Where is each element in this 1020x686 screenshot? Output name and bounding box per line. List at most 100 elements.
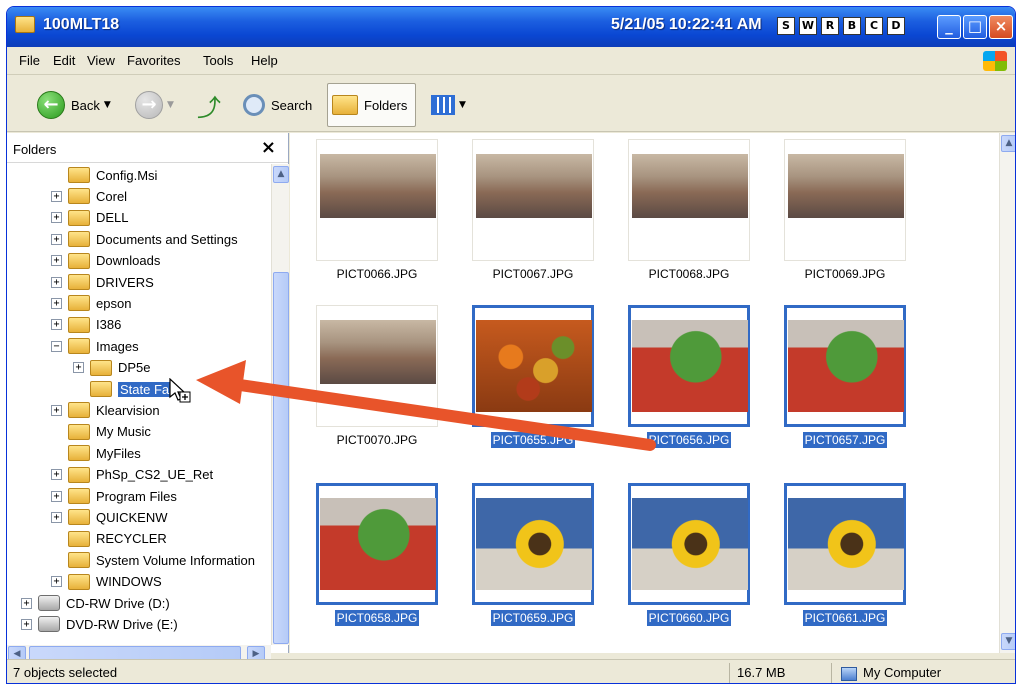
thumbnail-caption[interactable]: PICT0070.JPG: [302, 433, 452, 447]
minimize-button[interactable]: _: [937, 15, 961, 39]
folder-tree-vertical-scrollbar[interactable]: ▲: [271, 164, 289, 645]
thumbnail[interactable]: [628, 305, 750, 427]
expand-icon[interactable]: +: [51, 255, 62, 267]
expand-icon[interactable]: +: [73, 362, 84, 374]
folder-icon: [68, 445, 90, 462]
expand-icon[interactable]: +: [51, 576, 62, 588]
expand-icon[interactable]: +: [21, 597, 32, 609]
expand-icon[interactable]: +: [51, 490, 62, 502]
expand-icon[interactable]: +: [51, 276, 62, 288]
tree-item[interactable]: RECYCLER: [51, 529, 167, 549]
expand-icon[interactable]: +: [51, 212, 62, 224]
thumbnail-caption[interactable]: PICT0067.JPG: [458, 267, 608, 281]
file-view-scrollbar[interactable]: ▲ ▼: [999, 133, 1015, 653]
thumbnail-caption[interactable]: PICT0069.JPG: [770, 267, 920, 281]
thumbnail[interactable]: [316, 139, 438, 261]
thumbnail-caption[interactable]: PICT0655.JPG: [458, 432, 608, 448]
tree-item[interactable]: + I386: [51, 315, 121, 335]
expand-icon[interactable]: +: [51, 404, 62, 416]
shortcut-button-r[interactable]: R: [821, 17, 839, 35]
tree-item-label: DVD-RW Drive (E:): [66, 616, 178, 632]
tree-item[interactable]: + Corel: [51, 186, 127, 206]
thumbnail[interactable]: [628, 483, 750, 605]
shortcut-button-d[interactable]: D: [887, 17, 905, 35]
tree-item[interactable]: + DRIVERS: [51, 272, 154, 292]
menu-file[interactable]: File: [19, 53, 40, 68]
menu-tools[interactable]: Tools: [203, 53, 233, 68]
folders-button[interactable]: Folders: [327, 83, 417, 127]
thumbnail-caption[interactable]: PICT0658.JPG: [302, 610, 452, 626]
thumbnail[interactable]: [472, 483, 594, 605]
expand-icon[interactable]: +: [21, 618, 32, 630]
forward-dropdown-icon[interactable]: ▼: [167, 100, 174, 110]
thumbnail-filename: PICT0660.JPG: [646, 610, 732, 626]
tree-item[interactable]: State Fa: [73, 379, 172, 399]
thumbnail[interactable]: [316, 305, 438, 427]
tree-item[interactable]: + QUICKENW: [51, 507, 168, 527]
expand-icon[interactable]: +: [51, 297, 62, 309]
thumbnail[interactable]: [472, 305, 594, 427]
tree-item[interactable]: My Music: [51, 422, 151, 442]
tree-item[interactable]: + Downloads: [51, 251, 160, 271]
tree-item[interactable]: + CD-RW Drive (D:): [21, 593, 170, 613]
folders-panel-close-icon[interactable]: ×: [261, 137, 276, 158]
tree-item-label: DRIVERS: [96, 274, 154, 290]
back-button[interactable]: ← Back ▼: [37, 88, 111, 122]
tree-item[interactable]: + epson: [51, 293, 131, 313]
views-dropdown-icon[interactable]: ▼: [459, 100, 466, 110]
thumbnail[interactable]: [784, 139, 906, 261]
thumbnail[interactable]: [316, 483, 438, 605]
thumbnail-caption[interactable]: PICT0656.JPG: [614, 432, 764, 448]
thumbnail[interactable]: [784, 483, 906, 605]
menu-help[interactable]: Help: [251, 53, 278, 68]
thumbnail[interactable]: [628, 139, 750, 261]
up-button[interactable]: ⤴: [197, 88, 221, 122]
title-bar[interactable]: 100MLT18 5/21/05 10:22:41 AM S W R B C D…: [7, 7, 1015, 47]
scroll-up-arrow-icon[interactable]: ▲: [1001, 135, 1015, 152]
tree-item[interactable]: + PhSp_CS2_UE_Ret: [51, 465, 213, 485]
thumbnail-caption[interactable]: PICT0660.JPG: [614, 610, 764, 626]
maximize-button[interactable]: □: [963, 15, 987, 39]
views-button[interactable]: ▼: [431, 88, 466, 122]
shortcut-button-s[interactable]: S: [777, 17, 795, 35]
expand-icon[interactable]: +: [51, 190, 62, 202]
back-dropdown-icon[interactable]: ▼: [104, 100, 111, 110]
expand-icon[interactable]: +: [51, 319, 62, 331]
tree-item[interactable]: + DELL: [51, 208, 129, 228]
tree-item[interactable]: MyFiles: [51, 443, 141, 463]
tree-item[interactable]: System Volume Information: [51, 550, 255, 570]
tree-item[interactable]: + Documents and Settings: [51, 229, 238, 249]
tree-item[interactable]: + WINDOWS: [51, 572, 162, 592]
shortcut-button-b[interactable]: B: [843, 17, 861, 35]
forward-button[interactable]: → ▼: [135, 88, 174, 122]
menu-favorites[interactable]: Favorites: [127, 53, 180, 68]
tree-item[interactable]: + DP5e: [73, 358, 151, 378]
menu-edit[interactable]: Edit: [53, 53, 75, 68]
expand-icon[interactable]: +: [51, 233, 62, 245]
tree-item[interactable]: + Program Files: [51, 486, 177, 506]
menu-view[interactable]: View: [87, 53, 115, 68]
thumbnail-caption[interactable]: PICT0657.JPG: [770, 432, 920, 448]
expand-icon[interactable]: +: [51, 469, 62, 481]
tree-item[interactable]: + DVD-RW Drive (E:): [21, 614, 178, 634]
thumbnail[interactable]: [784, 305, 906, 427]
thumbnail-caption[interactable]: PICT0068.JPG: [614, 267, 764, 281]
scroll-up-arrow-icon[interactable]: ▲: [273, 166, 289, 183]
tree-item[interactable]: − Images: [51, 336, 139, 356]
search-button[interactable]: Search: [243, 88, 312, 122]
tree-item[interactable]: + Klearvision: [51, 400, 160, 420]
shortcut-button-w[interactable]: W: [799, 17, 817, 35]
tree-item[interactable]: Config.Msi: [51, 165, 157, 185]
collapse-icon[interactable]: −: [51, 340, 62, 352]
thumbnail-caption[interactable]: PICT0659.JPG: [458, 610, 608, 626]
thumbnail-caption[interactable]: PICT0066.JPG: [302, 267, 452, 281]
expand-icon[interactable]: +: [51, 511, 62, 523]
scroll-down-arrow-icon[interactable]: ▼: [1001, 633, 1015, 650]
thumbnail-caption[interactable]: PICT0661.JPG: [770, 610, 920, 626]
views-icon: [431, 95, 455, 115]
thumbnail[interactable]: [472, 139, 594, 261]
thumbnail-image: [320, 154, 436, 218]
close-button[interactable]: ×: [989, 15, 1013, 39]
folder-tree-scroll-thumb[interactable]: [273, 272, 289, 644]
shortcut-button-c[interactable]: C: [865, 17, 883, 35]
